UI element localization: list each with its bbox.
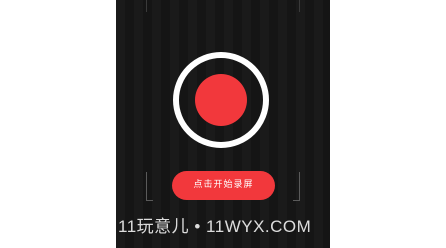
frame-line-right (299, 0, 300, 12)
screen: 点击开始录屏 11玩意儿 • 11WYX.COM (0, 0, 446, 248)
frame-line-left (146, 0, 147, 12)
watermark-text: 11玩意儿 • 11WYX.COM (118, 217, 312, 236)
frame-corner-right (293, 172, 300, 201)
frame-corner-left (146, 172, 153, 201)
recorder-screen: 点击开始录屏 (116, 0, 330, 248)
record-button[interactable] (173, 52, 269, 148)
start-recording-button[interactable]: 点击开始录屏 (172, 171, 275, 200)
record-icon (195, 74, 247, 126)
